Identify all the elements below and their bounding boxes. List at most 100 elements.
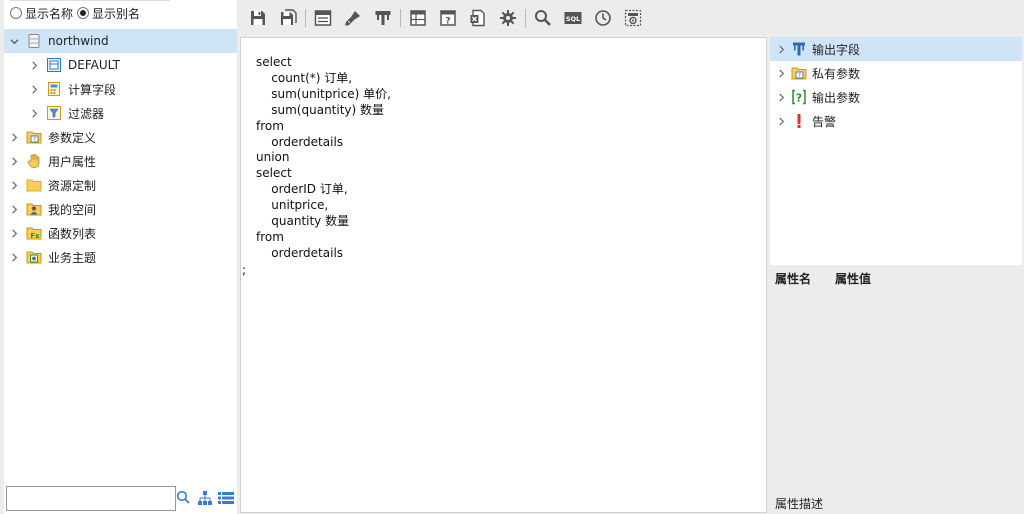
sql-text[interactable]: select count(*) 订单, sum(unitprice) 单价, s… xyxy=(256,55,391,262)
chevron-down-icon[interactable] xyxy=(8,35,20,47)
chevron-right-icon[interactable] xyxy=(775,67,787,79)
chevron-right-icon[interactable] xyxy=(775,115,787,127)
right-panel: 输出字段 ? 私有参数 ? 输出参数 告警 属性名 属性值 属性描述 xyxy=(767,0,1024,514)
settings-icon[interactable] xyxy=(622,7,644,29)
tree-item-user-attrs[interactable]: 用户属性 xyxy=(4,149,237,173)
tree-label: 告警 xyxy=(812,114,837,129)
layout-icon[interactable] xyxy=(312,7,334,29)
svg-text:?: ? xyxy=(445,17,450,27)
sql-line[interactable]: sum(unitprice) 单价, xyxy=(256,87,391,103)
radio-circle-checked[interactable] xyxy=(77,7,90,19)
schema-icon xyxy=(46,57,62,73)
param-icon[interactable]: ? xyxy=(437,7,459,29)
search-input[interactable] xyxy=(6,486,176,511)
gear-icon[interactable] xyxy=(497,7,519,29)
tree-label: 资源定制 xyxy=(48,178,97,193)
chevron-right-icon[interactable] xyxy=(8,203,20,215)
chevron-right-icon[interactable] xyxy=(8,179,20,191)
list-view-icon[interactable] xyxy=(218,491,234,505)
tree-item-business-topics[interactable]: 业务主题 xyxy=(4,245,237,269)
function-folder-icon: Fx xyxy=(26,225,42,241)
sql-line[interactable]: from xyxy=(256,230,391,246)
tree-item-private-params[interactable]: ? 私有参数 xyxy=(770,61,1022,85)
tree-item-function-list[interactable]: Fx 函数列表 xyxy=(4,221,237,245)
sql-line[interactable]: orderdetails xyxy=(256,135,391,151)
props-value-header: 属性值 xyxy=(835,272,872,286)
chevron-right-icon[interactable] xyxy=(775,43,787,55)
sql-line[interactable]: select xyxy=(256,166,391,182)
table-icon[interactable] xyxy=(407,7,429,29)
search-icon[interactable] xyxy=(176,489,190,507)
toolbar: ? SQL xyxy=(237,4,648,32)
chevron-right-icon[interactable] xyxy=(28,59,40,71)
sql-editor[interactable]: select count(*) 订单, sum(unitprice) 单价, s… xyxy=(240,37,767,513)
tree-label: 用户属性 xyxy=(48,154,97,169)
chevron-right-icon[interactable] xyxy=(8,131,20,143)
save-icon[interactable] xyxy=(247,7,269,29)
alert-icon xyxy=(791,113,807,129)
tree-label: 业务主题 xyxy=(48,250,97,265)
sql-line[interactable]: sum(quantity) 数量 xyxy=(256,103,391,119)
tree-label: 参数定义 xyxy=(48,130,97,145)
tree-item-my-space[interactable]: 我的空间 xyxy=(4,197,237,221)
folder-icon xyxy=(26,177,42,193)
topic-icon xyxy=(26,249,42,265)
stray-char: ; xyxy=(242,263,247,277)
save-as-icon[interactable] xyxy=(277,7,299,29)
props-name-header: 属性名 xyxy=(775,272,812,286)
tree-item-output-fields[interactable]: 输出字段 xyxy=(770,37,1022,61)
tree-label: northwind xyxy=(48,34,109,48)
sql-line[interactable]: orderdetails xyxy=(256,246,391,262)
output-tree: 输出字段 ? 私有参数 ? 输出参数 告警 xyxy=(770,37,1022,265)
filter-icon xyxy=(46,105,62,121)
radio-show-alias[interactable]: 显示别名 xyxy=(77,5,140,22)
sql-line[interactable]: from xyxy=(256,119,391,135)
field-icon[interactable] xyxy=(372,7,394,29)
display-options: 显示名称 显示别名 xyxy=(10,4,140,22)
clear-icon[interactable] xyxy=(342,7,364,29)
sql-line[interactable]: quantity 数量 xyxy=(256,214,391,230)
chevron-right-icon[interactable] xyxy=(8,155,20,167)
tree-item-alerts[interactable]: 告警 xyxy=(770,109,1022,133)
svg-text:?: ? xyxy=(33,137,36,143)
clock-icon[interactable] xyxy=(592,7,614,29)
sql-line[interactable]: union xyxy=(256,150,391,166)
chevron-right-icon[interactable] xyxy=(8,251,20,263)
tree-view-icon[interactable] xyxy=(198,490,212,506)
radio-show-name[interactable]: 显示名称 xyxy=(10,5,73,22)
svg-text:Fx: Fx xyxy=(30,232,40,240)
sql-line[interactable]: count(*) 订单, xyxy=(256,71,391,87)
tree-label: DEFAULT xyxy=(68,58,120,72)
chevron-right-icon[interactable] xyxy=(28,83,40,95)
tree-item-northwind[interactable]: northwind xyxy=(4,29,237,53)
radio-show-alias-label: 显示别名 xyxy=(92,6,141,21)
props-description: 属性描述 xyxy=(775,497,824,511)
sql-line[interactable]: orderID 订单, xyxy=(256,182,391,198)
radio-circle[interactable] xyxy=(10,7,22,19)
svg-text:?: ? xyxy=(796,92,802,105)
hand-icon xyxy=(26,153,42,169)
tree-item-param-defs[interactable]: ? 参数定义 xyxy=(4,125,237,149)
bracket-question-icon: ? xyxy=(791,89,807,105)
param-folder-icon: ? xyxy=(791,65,807,81)
tree-item-resource-custom[interactable]: 资源定制 xyxy=(4,173,237,197)
chevron-right-icon[interactable] xyxy=(8,227,20,239)
tree-item-calc-fields[interactable]: 计算字段 xyxy=(4,77,237,101)
sql-icon-label: SQL xyxy=(566,15,580,23)
sql-line[interactable]: select xyxy=(256,55,391,71)
calculator-icon xyxy=(46,81,62,97)
tree-label: 计算字段 xyxy=(68,82,117,97)
output-fields-icon xyxy=(791,41,807,57)
tree-item-filters[interactable]: 过滤器 xyxy=(4,101,237,125)
radio-show-name-label: 显示名称 xyxy=(25,6,74,21)
tree-label: 过滤器 xyxy=(68,106,105,121)
chevron-right-icon[interactable] xyxy=(775,91,787,103)
sql-line[interactable]: unitprice, xyxy=(256,198,391,214)
tree-item-output-params[interactable]: ? 输出参数 xyxy=(770,85,1022,109)
tree-item-default[interactable]: DEFAULT xyxy=(4,53,237,77)
center-panel: ? SQL select count(*) 订单, sum(unitprice)… xyxy=(237,0,767,514)
excel-icon[interactable] xyxy=(467,7,489,29)
sql-icon[interactable]: SQL xyxy=(562,7,584,29)
chevron-right-icon[interactable] xyxy=(28,107,40,119)
search-icon[interactable] xyxy=(532,7,554,29)
